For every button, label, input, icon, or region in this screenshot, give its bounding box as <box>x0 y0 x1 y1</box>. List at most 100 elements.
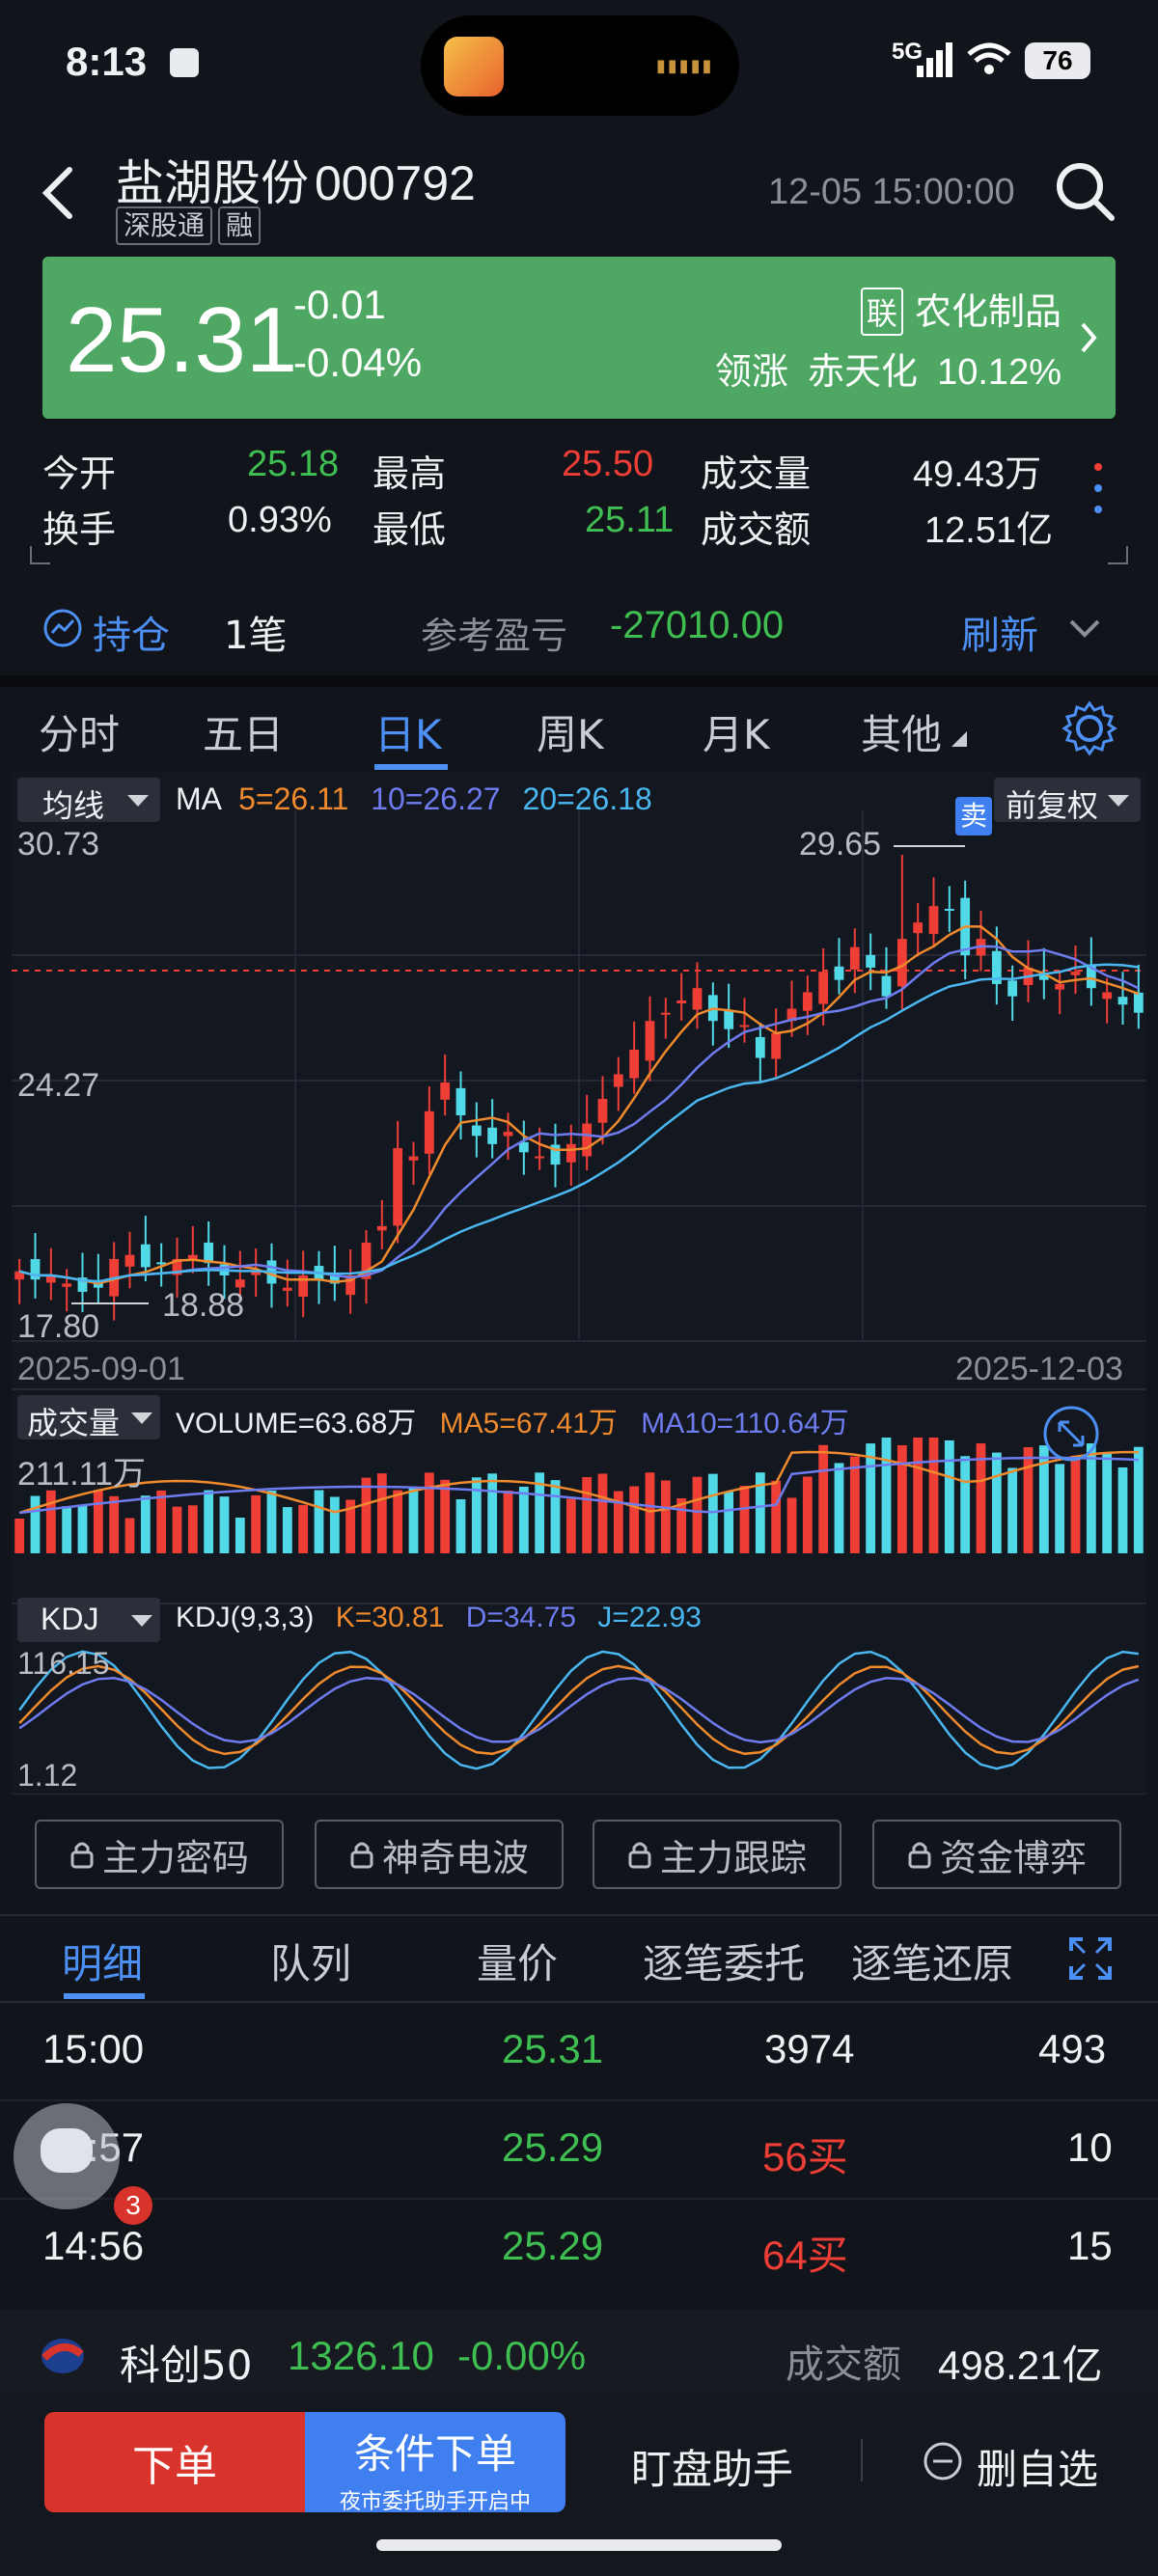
chevron-right-icon <box>1081 322 1097 353</box>
candle <box>124 1254 135 1267</box>
candle <box>62 1283 72 1287</box>
volume-bar <box>329 1496 340 1553</box>
price-panel[interactable]: 25.31 -0.01 -0.04% 联 农化制品 领涨 赤天化 10.12% <box>42 257 1116 419</box>
index-value: 1326.10 <box>288 2333 434 2378</box>
more-dots-icon[interactable] <box>1087 457 1110 525</box>
tab-volume-price[interactable]: 量价 <box>477 1932 558 1990</box>
stock-code: 000792 <box>315 156 476 210</box>
volume-bar <box>251 1494 262 1553</box>
adjust-selector[interactable]: 前复权 <box>994 778 1141 824</box>
volume-bar <box>597 1473 608 1553</box>
candle <box>818 972 829 1004</box>
volume-bar <box>866 1443 876 1553</box>
tab-five-day[interactable]: 五日 <box>203 702 284 761</box>
volume-selector[interactable]: 成交量 <box>17 1395 160 1441</box>
volume-bar <box>30 1495 41 1553</box>
kdj-values: KDJ(9,3,3) K=30.81 D=34.75 J=22.93 <box>176 1602 702 1634</box>
watch-assistant-button[interactable]: 盯盘助手 <box>631 2437 793 2496</box>
dropdown-caret-icon <box>1108 795 1129 807</box>
kline-chart[interactable] <box>12 772 1146 1795</box>
volume-bar <box>62 1506 72 1553</box>
volume-bar <box>14 1519 25 1553</box>
refresh-button[interactable]: 刷新 <box>961 604 1038 660</box>
pnl-value: -27010.00 <box>610 604 785 646</box>
tab-queue[interactable]: 队列 <box>270 1932 351 1990</box>
tab-intraday[interactable]: 分时 <box>39 702 120 761</box>
tab-tick-replay[interactable]: 逐笔还原 <box>851 1932 1013 1990</box>
index-amount-label: 成交额 <box>786 2343 901 2387</box>
ma-selector[interactable]: 均线 <box>17 778 160 824</box>
order-button[interactable]: 下单 <box>44 2412 305 2512</box>
amount-label: 成交额 <box>701 508 812 551</box>
position-row: 持仓 1笔 参考盈亏 -27010.00 刷新 <box>0 579 1158 675</box>
volume-bar <box>1023 1446 1034 1553</box>
candle <box>849 946 860 970</box>
candle <box>503 1132 513 1137</box>
tab-detail[interactable]: 明细 <box>62 1932 143 1990</box>
dropdown-caret-icon <box>131 1615 152 1627</box>
volume-bar <box>928 1438 939 1553</box>
tool-fund-game[interactable]: 资金博弈 <box>872 1820 1121 1889</box>
remove-watchlist-button[interactable]: 删自选 <box>977 2437 1098 2496</box>
tab-monthly-k[interactable]: 月K <box>703 702 770 761</box>
sector-link[interactable]: 联 农化制品 <box>860 282 1062 336</box>
wifi-icon <box>967 42 1011 74</box>
table-row: 14:57 25.29 56买 10 <box>0 2101 1158 2200</box>
chart-tabs: 分时 五日 日K 周K 月K 其他 <box>0 687 1158 772</box>
tool-magic-wave[interactable]: 神奇电波 <box>315 1820 564 1889</box>
candle <box>629 1049 640 1079</box>
candle <box>1102 992 1113 1000</box>
ma-values: MA 5=26.11 10=26.27 20=26.18 <box>176 781 652 817</box>
volume-axis-max: 211.11万 <box>17 1456 146 1493</box>
search-icon[interactable] <box>1054 160 1116 222</box>
candle <box>487 1127 498 1144</box>
settings-gear-icon[interactable] <box>1062 700 1117 756</box>
remove-circle-icon[interactable] <box>923 2441 963 2481</box>
chevron-down-icon[interactable] <box>1067 617 1102 639</box>
quote-datetime: 12-05 15:00:00 <box>768 172 1015 212</box>
candle <box>455 1087 466 1116</box>
tab-weekly-k[interactable]: 周K <box>537 702 604 761</box>
kdj-selector[interactable]: KDJ <box>17 1598 160 1642</box>
tab-order-by-order[interactable]: 逐笔委托 <box>643 1932 805 1990</box>
sell-marker[interactable]: 卖 <box>955 797 992 836</box>
volume-bar <box>408 1487 419 1553</box>
fullscreen-icon[interactable] <box>1069 1937 1112 1980</box>
trough-marker-line <box>71 1302 149 1304</box>
sector-leader: 领涨 赤天化 10.12% <box>715 342 1062 395</box>
open-value: 25.18 <box>247 444 340 484</box>
open-label: 今开 <box>42 452 117 495</box>
index-pct: -0.00% <box>457 2333 587 2378</box>
conditional-order-button[interactable]: 条件下单 夜市委托助手开启中 <box>305 2412 565 2514</box>
index-bar[interactable]: 科创50 1326.10 -0.00% 成交额 498.21亿 <box>0 2310 1158 2402</box>
island-audio-icon: ▮▮▮▮▮ <box>656 56 714 76</box>
floating-assistant-avatar[interactable]: 3 <box>14 2103 152 2225</box>
position-label[interactable]: 持仓 <box>93 604 170 660</box>
leader-label: 领涨 <box>714 350 788 393</box>
home-indicator <box>376 2539 782 2551</box>
candle <box>881 975 892 997</box>
candle <box>676 1000 687 1004</box>
volume-bar <box>45 1490 56 1553</box>
price-axis-bottom: 17.80 <box>17 1308 100 1345</box>
cond-order-label: 条件下单 <box>353 2430 516 2478</box>
tool-main-track[interactable]: 主力跟踪 <box>593 1820 841 1889</box>
back-icon[interactable] <box>39 164 77 222</box>
volume-bar <box>298 1504 309 1553</box>
ma5-value: 5=26.11 <box>238 781 349 816</box>
tab-other[interactable]: 其他 <box>861 702 942 761</box>
tool-main-code[interactable]: 主力密码 <box>35 1820 284 1889</box>
volume-bar <box>282 1507 292 1553</box>
leader-pct: 10.12% <box>937 352 1062 393</box>
tab-daily-k[interactable]: 日K <box>374 702 442 761</box>
tool-label: 主力跟踪 <box>659 1836 807 1879</box>
expand-chart-icon[interactable] <box>1042 1405 1100 1463</box>
candle <box>928 906 939 935</box>
battery-indicator: 76 <box>1025 42 1090 79</box>
app-thumbnail-icon <box>444 37 504 96</box>
date-axis-end: 2025-12-03 <box>955 1351 1123 1387</box>
candle <box>802 992 813 1011</box>
table-row: 15:00 25.31 3974 493 <box>0 2003 1158 2101</box>
volume-bar <box>724 1491 734 1553</box>
price-peak-label: 29.65 <box>799 826 882 863</box>
